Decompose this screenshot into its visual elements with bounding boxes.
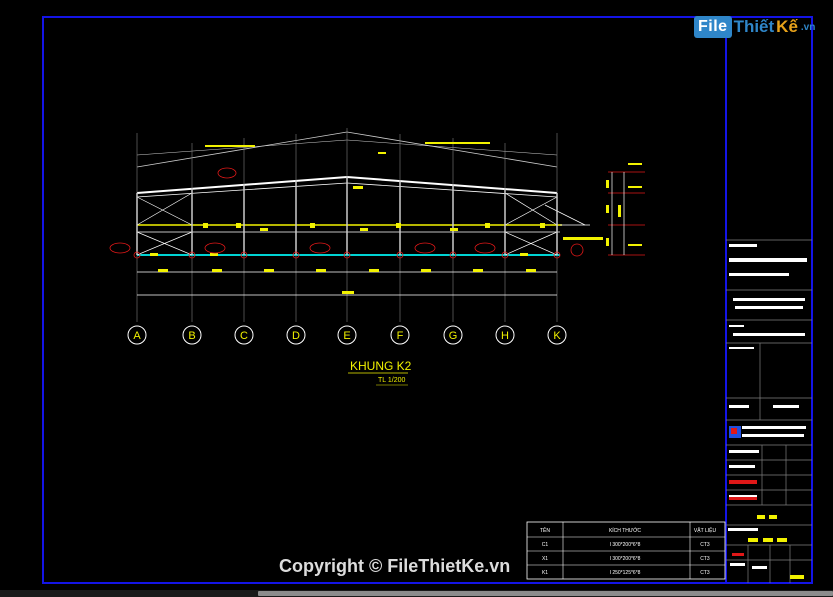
title-block (726, 239, 812, 583)
axis-label-g: G (449, 330, 458, 342)
table-header-cell: KÍCH THƯỚC (609, 527, 641, 534)
table-cell: X1 (542, 556, 548, 562)
axis-label-a: A (133, 330, 141, 342)
materials-table: TÊN KÍCH THƯỚC VẬT LIỆU C1 I 300*200*6*8 CT3 X… (526, 521, 726, 580)
drawing-frame (42, 16, 813, 584)
axis-bubble-d: D (286, 325, 306, 345)
axis-label-b: B (188, 330, 195, 342)
axis-label-h: H (501, 330, 509, 342)
horizontal-scrollbar[interactable] (0, 590, 833, 597)
drawing-title: KHUNG K2 (350, 359, 412, 373)
table-cell: I 300*200*6*8 (610, 556, 641, 562)
cad-drawing-canvas[interactable]: A B C D E F G H K KHUNG K2 TL 1/200 TÊN KÍCH THƯỚ… (0, 0, 833, 597)
filethietke-logo: File Thiết Kế .vn (694, 14, 815, 40)
axis-label-f: F (397, 330, 404, 342)
grid-axis-bubbles: ABCDEFGHK (127, 325, 567, 345)
axis-bubble-c: C (234, 325, 254, 345)
dimension-labels (150, 142, 603, 294)
table-cell: CT3 (700, 542, 710, 548)
table-cell: CT3 (700, 570, 710, 576)
table-cell: CT3 (700, 556, 710, 562)
axis-label-d: D (292, 330, 300, 342)
table-header-cell: TÊN (540, 526, 550, 534)
table-header-cell: VẬT LIỆU (694, 526, 717, 534)
frame-k2-structure (109, 128, 645, 322)
drawing-scale: TL 1/200 (378, 377, 405, 384)
axis-bubble-a: A (127, 325, 147, 345)
copyright-watermark: Copyright © FileThietKe.vn (279, 556, 511, 576)
axis-label-e: E (343, 330, 350, 342)
table-cell: I 250*125*6*8 (610, 570, 641, 576)
axis-bubble-e: E (337, 325, 357, 345)
logo-file-text: File (694, 16, 732, 38)
title-block-text-bars (728, 244, 807, 569)
table-cell: I 300*200*6*8 (610, 542, 641, 548)
axis-label-c: C (240, 330, 248, 342)
axis-bubble-f: F (390, 325, 410, 345)
logo-tld-text: .vn (800, 21, 816, 33)
logo-ke-text: Kế (776, 17, 798, 36)
axis-bubble-h: H (495, 325, 515, 345)
table-cell: C1 (542, 542, 549, 548)
axis-bubble-b: B (182, 325, 202, 345)
axis-label-k: K (553, 330, 561, 342)
axis-bubble-g: G (443, 325, 463, 345)
logo-thiet-text: Thiết (733, 17, 775, 36)
title-block-highlights (729, 426, 804, 579)
scrollbar-thumb[interactable] (258, 591, 833, 596)
axis-bubble-k: K (547, 325, 567, 345)
table-cell: K1 (542, 570, 548, 576)
